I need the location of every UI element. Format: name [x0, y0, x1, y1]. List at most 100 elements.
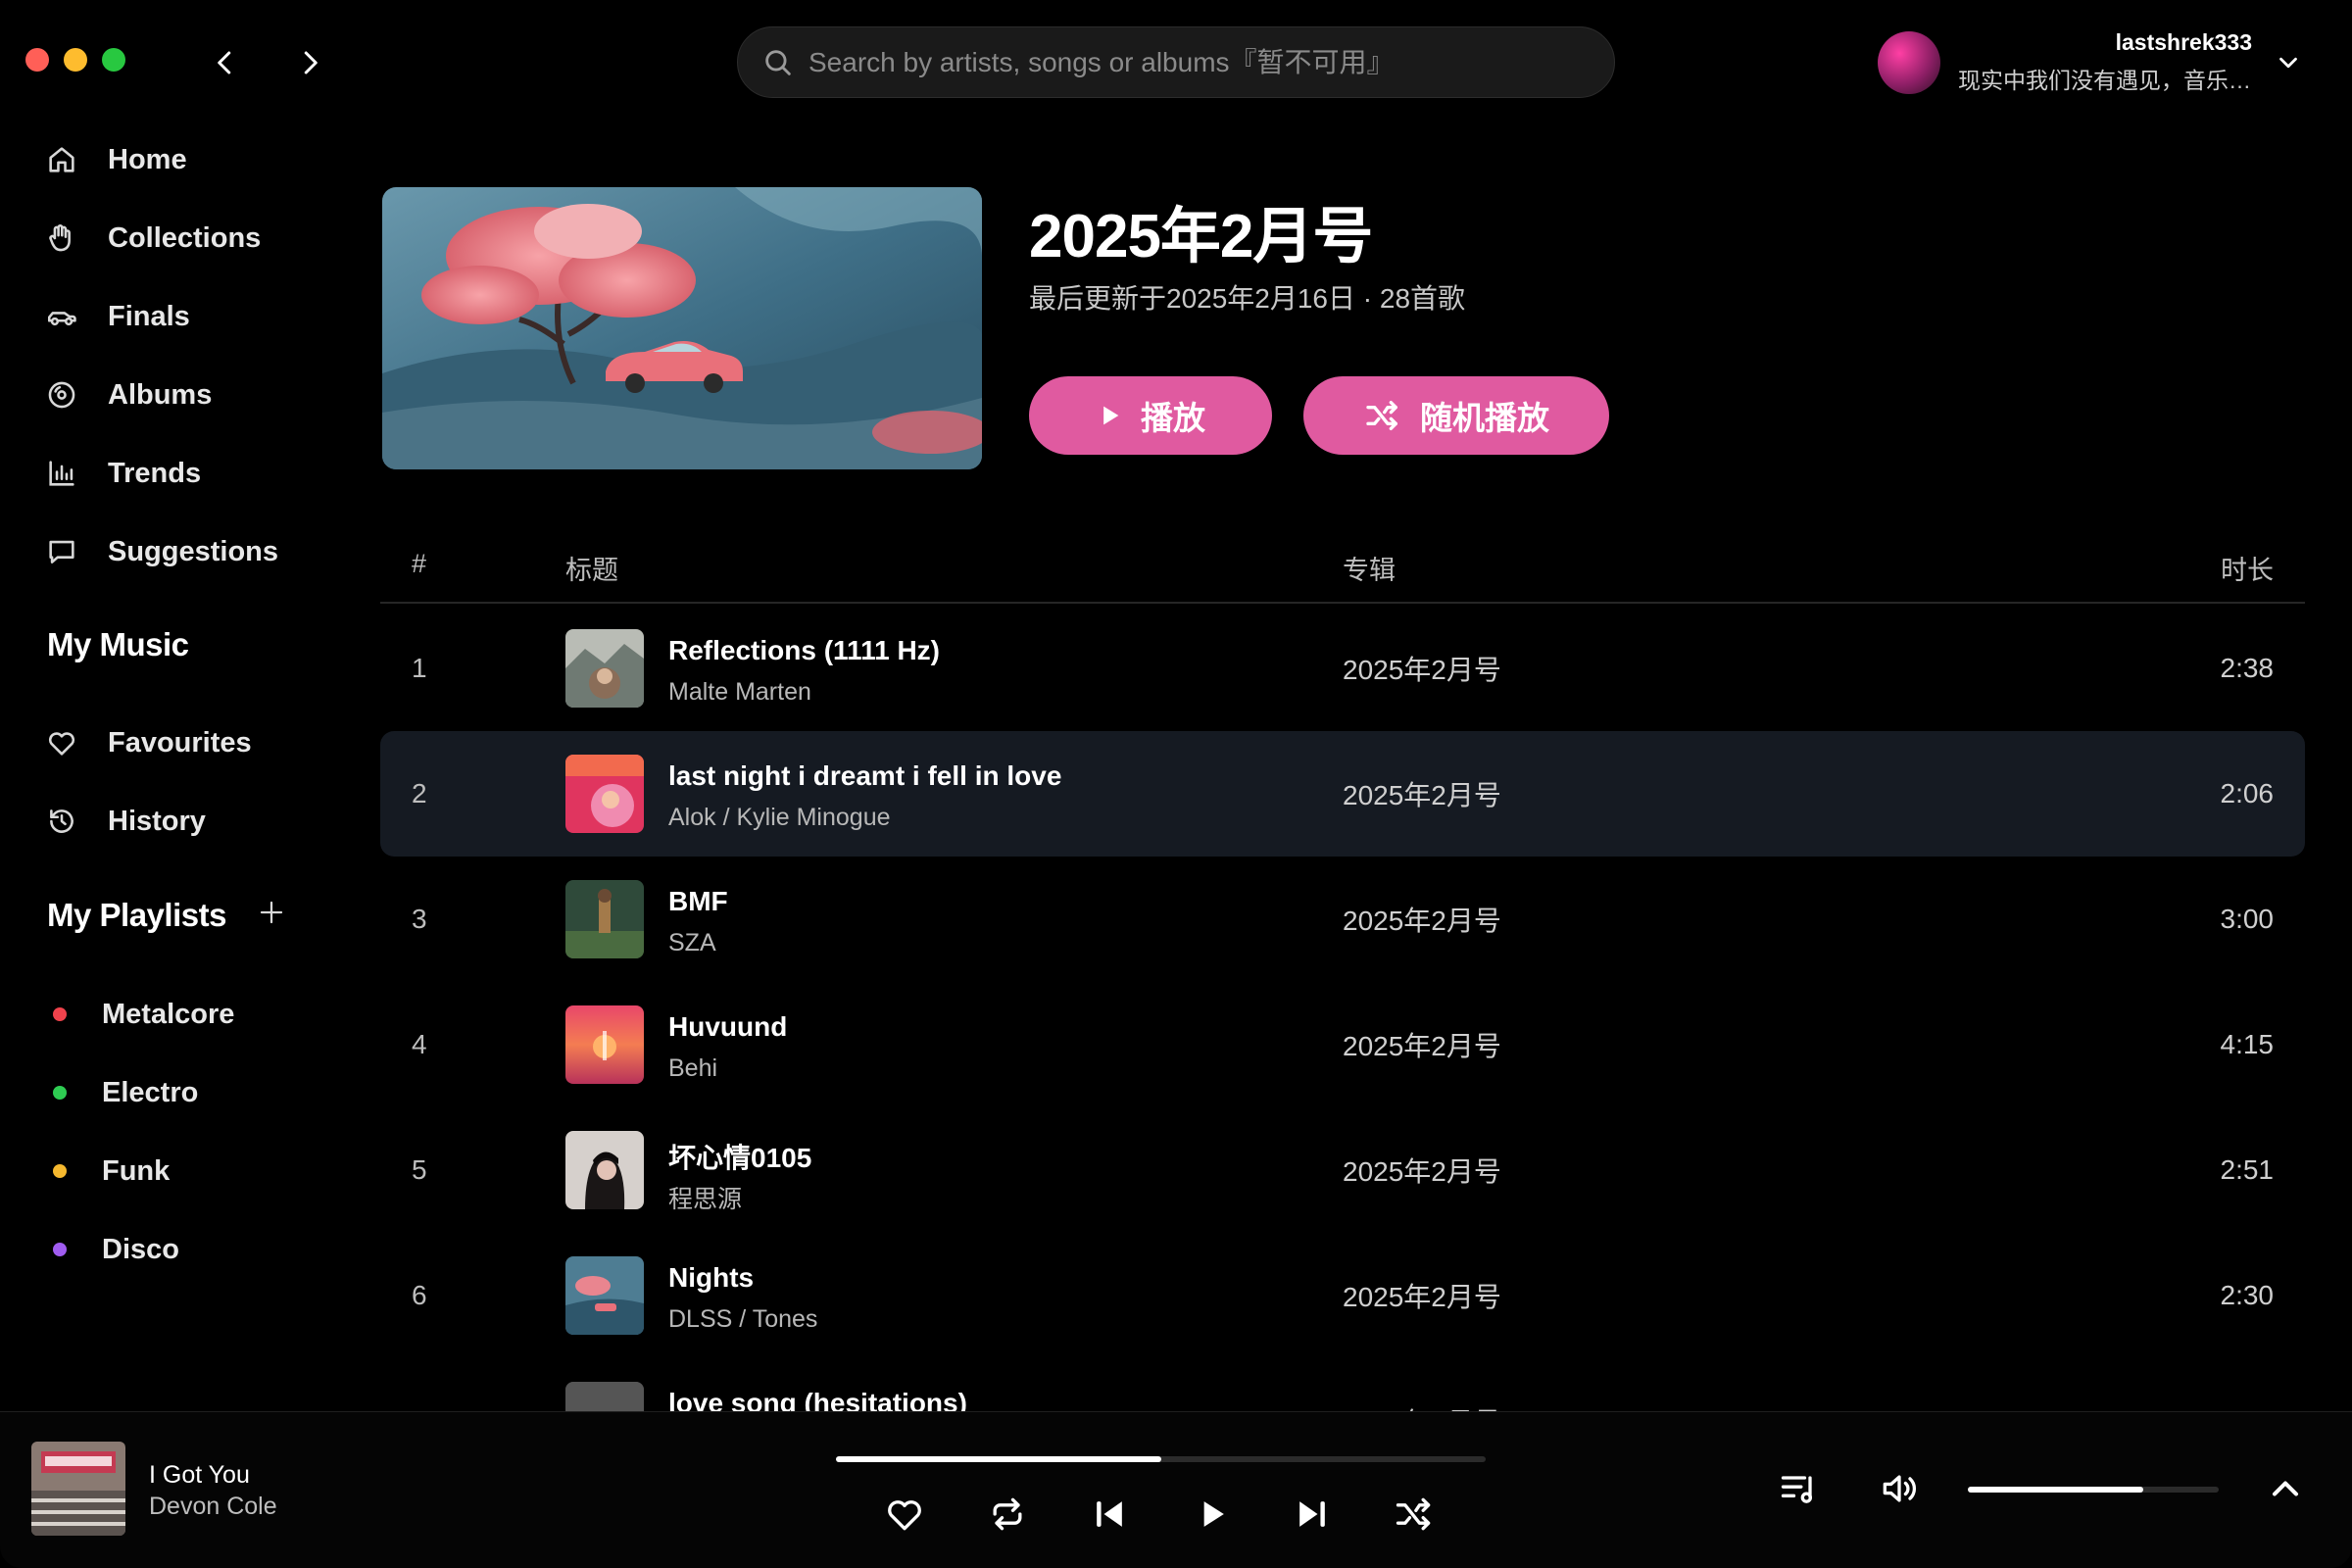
my-playlists-heading: My Playlists	[47, 897, 226, 933]
track-album[interactable]: 2025年2月号	[1343, 857, 1501, 982]
search-bar[interactable]	[737, 26, 1615, 98]
window-controls	[25, 48, 125, 72]
avatar[interactable]	[1878, 30, 1940, 94]
table-row[interactable]: 2 last night i dreamt i fell in love Alo…	[380, 731, 2305, 857]
track-artist[interactable]: 程思源	[668, 1180, 742, 1215]
car-icon	[47, 312, 76, 326]
user-menu[interactable]: lastshrek333 现实中我们没有遇见，音乐里我们...	[1878, 29, 2303, 95]
previous-button[interactable]	[1080, 1485, 1139, 1544]
table-row[interactable]: 3 BMF SZA 2025年2月号 3:00	[380, 857, 2305, 982]
table-row[interactable]: 6 Nights DLSS / Tones 2025年2月号 2:30	[380, 1233, 2305, 1358]
history-icon	[50, 809, 74, 833]
search-icon	[765, 49, 791, 75]
track-title: Reflections (1111 Hz)	[668, 635, 941, 665]
playlist-color-dot	[53, 1243, 67, 1256]
sidebar-item-label: History	[108, 805, 206, 837]
now-playing-artwork[interactable]	[31, 1442, 125, 1536]
close-window-button[interactable]	[25, 48, 49, 72]
track-number: 6	[412, 1280, 427, 1310]
like-button[interactable]	[875, 1485, 934, 1544]
track-duration: 3:00	[2220, 904, 2275, 934]
track-artwork	[565, 880, 644, 958]
sidebar-item-favourites[interactable]: Favourites	[45, 718, 252, 767]
sidebar-item-home[interactable]: Home	[45, 135, 187, 184]
sidebar-item-albums[interactable]: Albums	[45, 370, 212, 419]
hand-icon	[49, 224, 71, 252]
table-row[interactable]: 4 Huvuund Behi 2025年2月号 4:15	[380, 982, 2305, 1107]
bar-chart-icon	[49, 461, 74, 486]
track-title: Huvuund	[668, 1011, 788, 1042]
track-artist[interactable]: Alok / Kylie Minogue	[668, 804, 891, 832]
disc-icon	[48, 381, 75, 409]
track-album[interactable]: 2025年2月号	[1343, 1233, 1501, 1358]
sidebar-item-label: Suggestions	[108, 535, 279, 567]
progress-bar[interactable]	[836, 1456, 1486, 1462]
playlist-item-metalcore[interactable]: Metalcore	[53, 990, 234, 1039]
track-artwork	[565, 755, 644, 833]
track-artwork	[565, 1005, 644, 1084]
shuffle-play-button[interactable]: 随机播放	[1303, 376, 1609, 455]
chevron-right-icon	[304, 51, 318, 74]
play-button[interactable]: 播放	[1029, 376, 1272, 455]
chevron-down-icon[interactable]	[2274, 48, 2303, 77]
playlist-color-dot	[53, 1164, 67, 1178]
repeat-button[interactable]	[978, 1485, 1037, 1544]
expand-player-button[interactable]	[2256, 1459, 2315, 1518]
play-pause-button[interactable]	[1182, 1485, 1241, 1544]
sidebar-item-label: Favourites	[108, 726, 252, 759]
progress-fill	[836, 1456, 1161, 1462]
playlist-item-disco[interactable]: Disco	[53, 1225, 179, 1274]
chevron-up-icon	[2272, 1481, 2299, 1496]
forward-button[interactable]	[290, 43, 329, 82]
column-header-album[interactable]: 专辑	[1343, 549, 1396, 587]
track-album[interactable]: 2025年2月号	[1343, 1358, 1501, 1411]
sidebar-item-history[interactable]: History	[45, 797, 206, 846]
back-button[interactable]	[206, 43, 245, 82]
now-playing-title[interactable]: I Got You	[149, 1461, 250, 1490]
volume-slider[interactable]	[1968, 1487, 2219, 1493]
next-button[interactable]	[1283, 1485, 1342, 1544]
play-button-label: 播放	[1141, 400, 1205, 436]
search-input[interactable]	[808, 46, 1573, 78]
column-header-title[interactable]: 标题	[565, 549, 618, 587]
add-playlist-icon[interactable]	[257, 898, 286, 927]
table-row[interactable]: 1 Reflections (1111 Hz) Malte Marten 202…	[380, 606, 2305, 731]
table-header: # 标题 专辑 时长	[380, 549, 2305, 604]
minimize-window-button[interactable]	[64, 48, 87, 72]
table-row[interactable]: 7 love song (hesitations) 2025年2月号	[380, 1358, 2305, 1411]
track-album[interactable]: 2025年2月号	[1343, 982, 1501, 1107]
sidebar-item-collections[interactable]: Collections	[45, 214, 261, 263]
column-header-number: #	[412, 549, 427, 578]
column-header-duration[interactable]: 时长	[2221, 549, 2274, 587]
track-artist[interactable]: Behi	[668, 1054, 717, 1083]
maximize-window-button[interactable]	[102, 48, 125, 72]
sidebar-item-finals[interactable]: Finals	[45, 292, 190, 341]
play-icon	[1103, 406, 1119, 425]
playlist-item-funk[interactable]: Funk	[53, 1147, 170, 1196]
player-bar: I Got You Devon Cole	[0, 1411, 2352, 1568]
track-artwork	[565, 1382, 644, 1411]
track-album[interactable]: 2025年2月号	[1343, 731, 1501, 857]
now-playing-artist[interactable]: Devon Cole	[149, 1493, 277, 1521]
sidebar-item-trends[interactable]: Trends	[45, 449, 201, 498]
track-title: Nights	[668, 1262, 755, 1293]
track-artist[interactable]: SZA	[668, 929, 716, 957]
shuffle-icon	[1366, 401, 1397, 430]
playlist-item-electro[interactable]: Electro	[53, 1068, 198, 1117]
message-icon	[49, 540, 74, 564]
my-music-heading: My Music	[47, 626, 189, 662]
track-title: last night i dreamt i fell in love	[668, 760, 1062, 791]
track-artist[interactable]: Malte Marten	[668, 678, 811, 707]
volume-button[interactable]	[1870, 1459, 1929, 1518]
queue-button[interactable]	[1770, 1459, 1829, 1518]
shuffle-button[interactable]	[1385, 1485, 1444, 1544]
playlist-cover	[382, 187, 982, 469]
track-artwork	[565, 1256, 644, 1335]
track-artist[interactable]: DLSS / Tones	[668, 1305, 817, 1334]
track-album[interactable]: 2025年2月号	[1343, 1107, 1501, 1233]
table-row[interactable]: 5 坏心情0105 程思源 2025年2月号 2:51	[380, 1107, 2305, 1233]
sidebar-item-suggestions[interactable]: Suggestions	[45, 527, 278, 576]
track-number: 4	[412, 1029, 427, 1059]
track-album[interactable]: 2025年2月号	[1343, 606, 1501, 731]
playlist-label: Funk	[102, 1154, 171, 1187]
